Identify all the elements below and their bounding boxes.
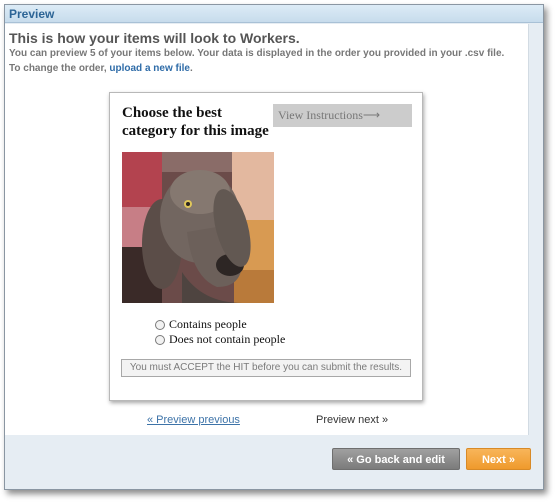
view-instructions-button[interactable]: View Instructions⟶ <box>273 104 412 127</box>
accept-hit-notice: You must ACCEPT the HIT before you can s… <box>121 359 411 377</box>
hit-preview-card: Choose the best category for this image … <box>109 92 423 401</box>
option-label: Contains people <box>169 317 247 331</box>
dog-illustration <box>122 152 274 303</box>
change-order-text: To change the order, <box>9 63 107 74</box>
next-button[interactable]: Next » <box>466 448 531 470</box>
preview-content: This is how your items will look to Work… <box>5 24 530 435</box>
go-back-and-edit-button[interactable]: « Go back and edit <box>332 448 460 470</box>
intro-change-order: To change the order, upload a new file. <box>9 63 193 74</box>
radio-button[interactable] <box>155 319 165 330</box>
preview-panel: Preview This is how your items will look… <box>4 4 544 490</box>
preview-next-link[interactable]: Preview next » <box>316 414 388 426</box>
option-label: Does not contain people <box>169 332 286 346</box>
option-does-not-contain-people[interactable]: Does not contain people <box>155 332 285 347</box>
panel-title: Preview <box>9 7 55 21</box>
question-title: Choose the best category for this image <box>122 105 269 139</box>
dog-photo <box>122 152 274 303</box>
change-order-period: . <box>189 63 193 74</box>
option-contains-people[interactable]: Contains people <box>155 317 247 332</box>
radio-button[interactable] <box>155 334 165 345</box>
intro-description: You can preview 5 of your items below. Y… <box>9 48 505 59</box>
preview-previous-link[interactable]: « Preview previous <box>147 414 240 426</box>
intro-title: This is how your items will look to Work… <box>9 30 300 46</box>
upload-new-file-link[interactable]: upload a new file <box>109 63 190 74</box>
panel-header: Preview <box>5 5 543 23</box>
action-bar: « Go back and edit Next » <box>5 435 543 489</box>
scroll-gutter <box>528 24 543 435</box>
